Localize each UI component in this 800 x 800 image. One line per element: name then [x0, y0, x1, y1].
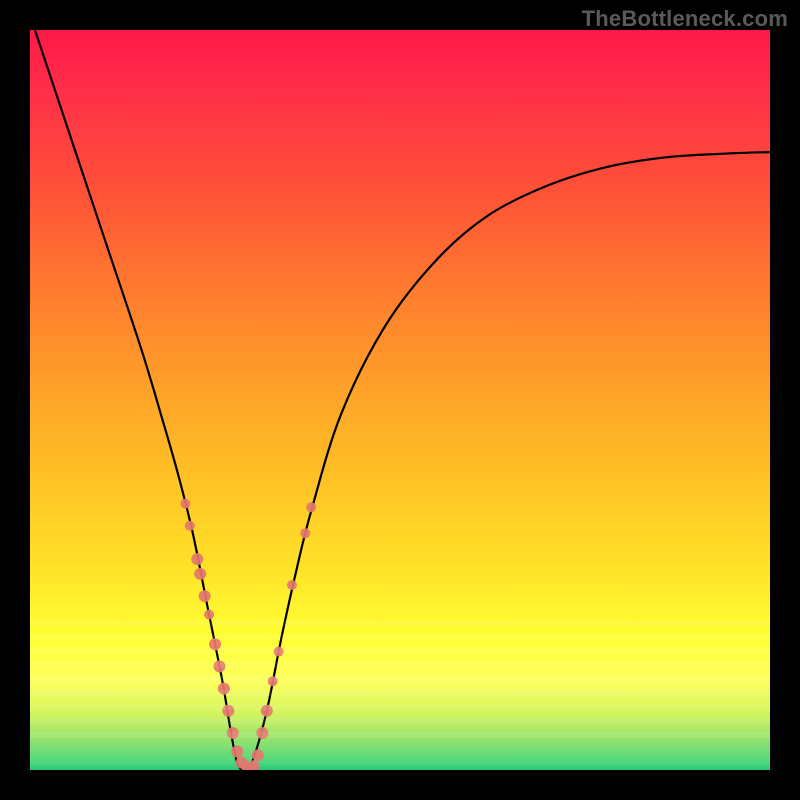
bottleneck-curve [30, 30, 770, 770]
scatter-point [199, 590, 211, 602]
scatter-markers [180, 499, 316, 770]
scatter-point [218, 683, 230, 695]
curve-layer [30, 30, 770, 770]
scatter-point [209, 638, 221, 650]
watermark-text: TheBottleneck.com [582, 6, 788, 32]
scatter-point [180, 499, 190, 509]
scatter-point [261, 705, 273, 717]
scatter-point [191, 553, 203, 565]
scatter-point [256, 727, 268, 739]
scatter-point [300, 528, 310, 538]
scatter-point [306, 502, 316, 512]
scatter-point [252, 749, 264, 761]
scatter-point [247, 760, 259, 770]
scatter-point [268, 676, 278, 686]
scatter-point [185, 521, 195, 531]
scatter-point [222, 705, 234, 717]
plot-area [30, 30, 770, 770]
scatter-point [204, 610, 214, 620]
chart-frame: TheBottleneck.com [0, 0, 800, 800]
scatter-point [213, 660, 225, 672]
scatter-point [194, 568, 206, 580]
scatter-point [231, 746, 243, 758]
scatter-point [274, 647, 284, 657]
scatter-point [227, 727, 239, 739]
scatter-point [287, 580, 297, 590]
